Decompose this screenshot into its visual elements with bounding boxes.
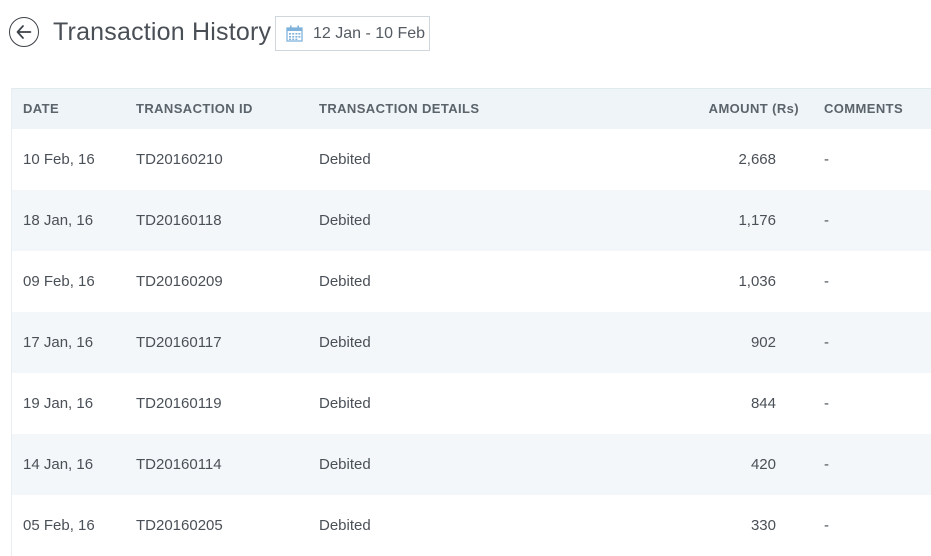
date-range-picker[interactable]: 12 Jan - 10 Feb [275,16,430,51]
column-header-date[interactable]: DATE [23,89,59,129]
comments-cell: - [824,334,829,351]
table-header: DATE TRANSACTION ID TRANSACTION DETAILS … [12,88,931,129]
transaction-id-cell: TD20160119 [136,395,222,412]
date-cell: 14 Jan, 16 [23,456,94,473]
amount-cell: 902 [750,334,776,351]
transaction-id-cell: TD20160114 [136,456,222,473]
details-cell: Debited [319,334,371,351]
details-cell: Debited [319,456,371,473]
table-row[interactable]: 09 Feb, 16 TD20160209 Debited 1,036 - [12,251,931,312]
arrow-left-icon [16,25,32,39]
transaction-id-cell: TD20160209 [136,273,223,290]
calendar-icon [285,25,303,43]
transaction-id-cell: TD20160210 [136,151,223,168]
details-cell: Debited [319,273,371,290]
date-cell: 17 Jan, 16 [23,334,94,351]
page-header: Transaction History [9,14,271,50]
amount-cell: 330 [750,517,776,534]
details-cell: Debited [319,151,371,168]
date-cell: 09 Feb, 16 [23,273,95,290]
table-row[interactable]: 19 Jan, 16 TD20160119 Debited 844 - [12,373,931,434]
comments-cell: - [824,273,829,290]
details-cell: Debited [319,517,371,534]
transaction-id-cell: TD20160205 [136,517,223,534]
date-cell: 19 Jan, 16 [23,395,94,412]
comments-cell: - [824,212,829,229]
date-range-label: 12 Jan - 10 Feb [313,24,426,42]
amount-cell: 1,176 [738,212,776,229]
comments-cell: - [824,151,829,168]
table-row[interactable]: 17 Jan, 16 TD20160117 Debited 902 - [12,312,931,373]
amount-cell: 1,036 [738,273,776,290]
column-header-comments[interactable]: COMMENTS [824,89,903,129]
back-button[interactable] [9,17,39,47]
amount-cell: 420 [750,456,776,473]
transactions-table: DATE TRANSACTION ID TRANSACTION DETAILS … [11,88,931,556]
amount-cell: 844 [750,395,776,412]
column-header-amount[interactable]: AMOUNT (Rs) [652,89,799,129]
transaction-id-cell: TD20160117 [136,334,222,351]
transaction-id-cell: TD20160118 [136,212,222,229]
date-cell: 05 Feb, 16 [23,517,95,534]
date-cell: 10 Feb, 16 [23,151,95,168]
details-cell: Debited [319,395,371,412]
details-cell: Debited [319,212,371,229]
table-row[interactable]: 05 Feb, 16 TD20160205 Debited 330 - [12,495,931,556]
comments-cell: - [824,395,829,412]
comments-cell: - [824,456,829,473]
column-header-transaction-id[interactable]: TRANSACTION ID [136,89,253,129]
table-row[interactable]: 10 Feb, 16 TD20160210 Debited 2,668 - [12,129,931,190]
column-header-transaction-details[interactable]: TRANSACTION DETAILS [319,89,479,129]
page-title: Transaction History [53,17,272,46]
date-cell: 18 Jan, 16 [23,212,94,229]
table-row[interactable]: 18 Jan, 16 TD20160118 Debited 1,176 - [12,190,931,251]
comments-cell: - [824,517,829,534]
table-row[interactable]: 14 Jan, 16 TD20160114 Debited 420 - [12,434,931,495]
amount-cell: 2,668 [738,151,776,168]
